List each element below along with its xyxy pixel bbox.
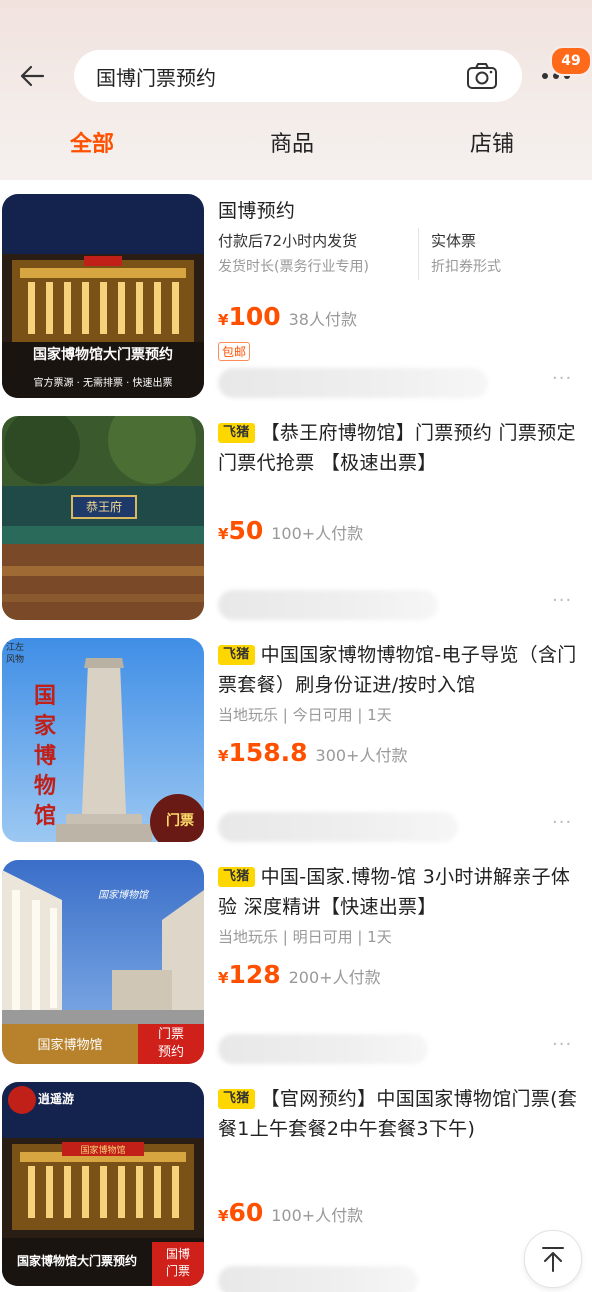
product-price: 50 [228, 516, 264, 545]
product-thumbnail[interactable]: 国家博物馆 江左 风物 门票 [2, 638, 204, 842]
back-to-top-icon[interactable] [524, 1230, 582, 1288]
list-item[interactable]: 国家博物馆 江左 风物 门票 飞猪 中国国家博物博物馆-电子导览（含门票套餐）刷身… [0, 624, 592, 846]
product-title[interactable]: 飞猪 【官网预约】中国国家博物馆门票(套餐1上午套餐2中午套餐3下午) [218, 1084, 578, 1144]
product-list: 国家博物馆大门票预约 官方票源 · 无需排票 · 快速出票 国博预约 付款后72… [0, 180, 592, 1292]
price-row: ¥ 128 200+人付款 [218, 960, 381, 989]
category-tabs: 全部 商品 店铺 [0, 118, 592, 166]
shop-name-blurred [218, 1034, 428, 1064]
product-thumbnail[interactable]: 国家博物馆 逍遥游 国家博物馆大门票预约 国博 门票 [2, 1082, 204, 1286]
shop-name-blurred [218, 368, 488, 398]
corner-label: 门票 预约 [157, 1027, 184, 1060]
feizhu-tag: 飞猪 [218, 423, 255, 443]
product-info: 飞猪 中国-国家.博物-馆 3小时讲解亲子体验 深度精讲【快速出票】 当地玩乐 |… [218, 862, 578, 947]
shop-name-blurred [218, 812, 458, 842]
more-options-icon[interactable]: ··· [552, 590, 572, 611]
shipping-label: 发货时长(票务行业专用) [218, 259, 369, 275]
sky-caption: 国家博物馆 [98, 890, 148, 901]
list-item[interactable]: 国家博物馆 逍遥游 国家博物馆大门票预约 国博 门票 飞猪 【官网预约】中国国家博… [0, 1068, 592, 1292]
price-row: ¥ 158.8 300+人付款 [218, 738, 407, 767]
building-sign: 国家博物馆 [80, 1146, 126, 1156]
list-item[interactable]: 国家博物馆大门票预约 官方票源 · 无需排票 · 快速出票 国博预约 付款后72… [0, 180, 592, 402]
price-row: ¥ 50 100+人付款 [218, 516, 363, 545]
more-options-icon[interactable]: ··· [552, 368, 572, 389]
gate-sign: 恭王府 [85, 500, 122, 514]
shop-name-blurred [218, 590, 438, 620]
currency-symbol: ¥ [218, 747, 229, 765]
currency-symbol: ¥ [218, 969, 229, 987]
currency-symbol: ¥ [218, 311, 229, 329]
product-price: 100 [228, 302, 281, 331]
currency-symbol: ¥ [218, 1207, 229, 1225]
product-thumbnail[interactable]: 国家博物馆大门票预约 官方票源 · 无需排票 · 快速出票 [2, 194, 204, 398]
product-title[interactable]: 飞猪 【恭王府博物馆】门票预约 门票预定 门票代抢票 【极速出票】 [218, 418, 578, 478]
feizhu-tag: 飞猪 [218, 867, 255, 887]
product-info: 飞猪 中国国家博物博物馆-电子导览（含门票套餐）刷身份证进/按时入馆 当地玩乐 |… [218, 640, 578, 725]
feizhu-tag: 飞猪 [218, 1089, 255, 1109]
buyer-count: 100+人付款 [271, 524, 364, 543]
tab-shops[interactable]: 店铺 [470, 126, 514, 158]
product-info: 飞猪 【恭王府博物馆】门票预约 门票预定 门票代抢票 【极速出票】 [218, 418, 578, 478]
buyer-count: 100+人付款 [271, 1206, 364, 1225]
more-options-icon[interactable]: ··· [552, 1034, 572, 1055]
product-thumbnail[interactable]: 国家博物馆 门票 预约 国家博物馆 [2, 860, 204, 1064]
thumbnail-caption: 国家博物馆大门票预约 [16, 1254, 137, 1268]
brand-logo-text: 江左 风物 [6, 643, 25, 665]
product-thumbnail[interactable]: 恭王府 [2, 416, 204, 620]
shop-name-blurred [218, 1266, 418, 1292]
price-row: ¥ 100 38人付款 [218, 302, 357, 331]
product-info: 国博预约 付款后72小时内发货 发货时长(票务行业专用) 实体票 折扣券形式 [218, 196, 578, 280]
buyer-count: 38人付款 [288, 310, 357, 329]
list-item[interactable]: 国家博物馆 门票 预约 国家博物馆 飞猪 中国-国家.博物-馆 3小时讲解亲子体验… [0, 846, 592, 1068]
thumbnail-caption: 国家博物馆大门票预约 [33, 347, 173, 363]
buyer-count: 300+人付款 [315, 746, 408, 765]
buyer-count: 200+人付款 [288, 968, 381, 987]
tab-products[interactable]: 商品 [270, 126, 314, 158]
product-price: 128 [228, 960, 281, 989]
price-row: ¥ 60 100+人付款 [218, 1198, 363, 1227]
search-input[interactable]: 国博门票预约 [96, 62, 464, 91]
product-title[interactable]: 国博预约 [218, 196, 578, 226]
camera-icon[interactable] [464, 58, 500, 94]
product-info: 飞猪 【官网预约】中国国家博物馆门票(套餐1上午套餐2中午套餐3下午) [218, 1084, 578, 1144]
free-shipping-badge: 包邮 [218, 336, 251, 361]
message-count-badge: 49 [550, 46, 592, 76]
brand-logo-text: 逍遥游 [38, 1092, 75, 1106]
product-price: 60 [228, 1198, 264, 1227]
product-price: 158.8 [228, 738, 308, 767]
more-options-icon[interactable]: ··· [552, 812, 572, 833]
thumbnail-subcaption: 官方票源 · 无需排票 · 快速出票 [33, 378, 173, 389]
ticket-form: 折扣券形式 [431, 259, 501, 275]
vertical-title: 国家博物馆 [34, 684, 57, 829]
currency-symbol: ¥ [218, 525, 229, 543]
list-item[interactable]: 恭王府 飞猪 【恭王府博物馆】门票预约 门票预定 门票代抢票 【极速出票】 ¥ 5… [0, 402, 592, 624]
search-bar[interactable]: 国博门票预约 [74, 50, 522, 102]
product-attributes: 当地玩乐 | 今日可用 | 1天 [218, 706, 392, 724]
product-attributes: 当地玩乐 | 明日可用 | 1天 [218, 928, 392, 946]
thumbnail-caption: 国家博物馆 [37, 1038, 103, 1053]
product-title[interactable]: 飞猪 中国-国家.博物-馆 3小时讲解亲子体验 深度精讲【快速出票】 [218, 862, 578, 922]
corner-label: 国博 门票 [165, 1247, 190, 1278]
tab-all[interactable]: 全部 [70, 126, 114, 158]
back-arrow-icon[interactable] [16, 58, 48, 94]
shipping-info: 付款后72小时内发货 [218, 232, 358, 250]
ticket-type: 实体票 [431, 232, 477, 250]
feizhu-tag: 飞猪 [218, 645, 255, 665]
top-bar: 国博门票预约 49 全部 商品 店铺 [0, 0, 592, 180]
corner-label: 门票 [166, 813, 194, 829]
product-title[interactable]: 飞猪 中国国家博物博物馆-电子导览（含门票套餐）刷身份证进/按时入馆 [218, 640, 578, 700]
